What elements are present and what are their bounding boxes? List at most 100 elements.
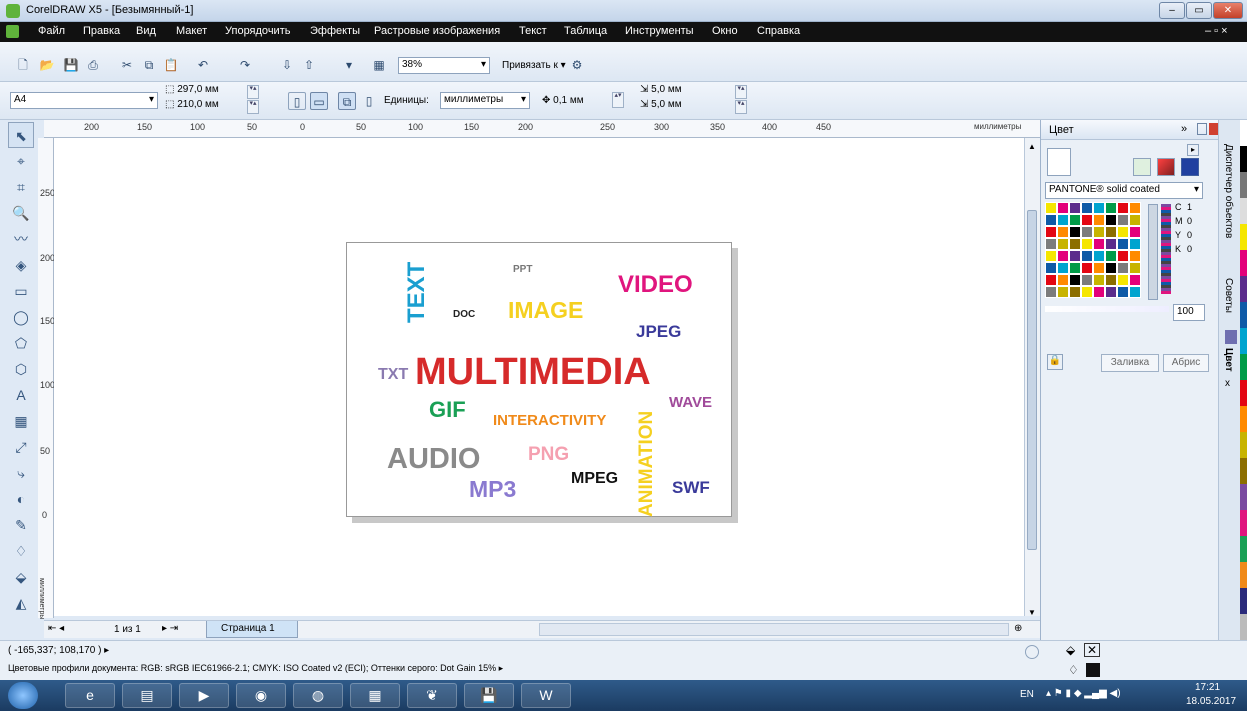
outline-indicator-icon[interactable]: ♢ — [1068, 663, 1079, 677]
menu-tools[interactable]: Инструменты — [625, 25, 694, 37]
language-indicator[interactable]: EN — [1020, 689, 1034, 700]
rectangle-tool-icon[interactable]: ▭ — [8, 278, 34, 304]
print-icon[interactable]: ⎙ — [84, 56, 102, 74]
color-swatch[interactable] — [1045, 226, 1057, 238]
color-swatch[interactable] — [1117, 274, 1129, 286]
color-swatch[interactable] — [1081, 226, 1093, 238]
color-swatch[interactable] — [1117, 286, 1129, 298]
palette-swatch[interactable] — [1240, 146, 1247, 172]
snap-to-button[interactable]: Привязать к ▾ — [502, 60, 566, 71]
pick-tool-icon[interactable]: ⬉ — [8, 122, 34, 148]
color-swatch[interactable] — [1129, 226, 1141, 238]
globe-icon[interactable]: ◍ — [293, 683, 343, 708]
dup-x-spinner[interactable]: ▾▴ — [735, 85, 747, 99]
clock-date[interactable]: 18.05.2017 — [1186, 696, 1236, 707]
palette-swatch[interactable] — [1240, 510, 1247, 536]
color-proof-icon[interactable] — [1025, 645, 1039, 659]
color-swatch[interactable] — [1057, 202, 1069, 214]
word-image[interactable]: IMAGE — [508, 299, 583, 322]
color-swatch[interactable] — [1069, 238, 1081, 250]
word-mp3[interactable]: MP3 — [469, 478, 516, 501]
color-swatch[interactable] — [1129, 262, 1141, 274]
color-swatch[interactable] — [1045, 286, 1057, 298]
doc-window-controls[interactable]: – ▫ × — [1205, 25, 1228, 37]
word-wave[interactable]: WAVE — [669, 395, 712, 410]
color-swatch[interactable] — [1069, 274, 1081, 286]
color-swatch[interactable] — [1093, 226, 1105, 238]
color-swatch[interactable] — [1117, 202, 1129, 214]
color-swatch[interactable] — [1069, 262, 1081, 274]
color-swatch[interactable] — [1069, 226, 1081, 238]
palette-swatch[interactable] — [1240, 588, 1247, 614]
width-spinner[interactable]: ▾▴ — [247, 85, 259, 99]
page-size-select[interactable]: A4 ▾ — [10, 92, 158, 109]
color-swatch[interactable] — [1093, 262, 1105, 274]
word-icon[interactable]: W — [521, 683, 571, 708]
coreldraw-icon[interactable]: ❦ — [407, 683, 457, 708]
horizontal-scrollbar[interactable] — [539, 623, 1009, 636]
last-page-icon[interactable]: ▸ ⇥ — [162, 623, 178, 634]
launcher-icon[interactable]: ▾ — [340, 56, 358, 74]
word-txt[interactable]: TXT — [378, 367, 408, 383]
minimize-button[interactable]: – — [1159, 2, 1185, 19]
word-mpeg[interactable]: MPEG — [571, 471, 618, 487]
palette-swatch[interactable] — [1240, 380, 1247, 406]
color-swatch[interactable] — [1081, 238, 1093, 250]
nudge-spinner[interactable]: ▴▾ — [612, 92, 624, 108]
dock-minimize-icon[interactable] — [1197, 123, 1207, 135]
word-animation[interactable]: ANIMATION — [636, 411, 657, 517]
color-swatch[interactable] — [1045, 238, 1057, 250]
tab-close-icon[interactable]: x — [1225, 378, 1230, 389]
color-swatch[interactable] — [1093, 214, 1105, 226]
color-swatch[interactable] — [1057, 250, 1069, 262]
tab-page-1[interactable]: Страница 1 — [206, 621, 298, 638]
color-swatch[interactable] — [1105, 238, 1117, 250]
eyedropper-tool-icon[interactable]: ✎ — [8, 512, 34, 538]
palette-swatch[interactable] — [1240, 328, 1247, 354]
text-tool-icon[interactable]: A — [8, 382, 34, 408]
smart-fill-icon[interactable]: ◈ — [8, 252, 34, 278]
menu-view[interactable]: Вид — [136, 25, 156, 37]
word-swf[interactable]: SWF — [672, 479, 710, 496]
word-interactivity[interactable]: INTERACTIVITY — [493, 413, 606, 428]
all-pages-icon[interactable]: ⧉ — [338, 92, 356, 110]
maximize-button[interactable]: ▭ — [1186, 2, 1212, 19]
dup-y-spinner[interactable]: ▾▴ — [735, 100, 747, 114]
landscape-icon[interactable]: ▭ — [310, 92, 328, 110]
color-palette-strip[interactable] — [1240, 120, 1247, 640]
word-doc[interactable]: DOC — [453, 310, 475, 320]
drawing-canvas[interactable]: TEXT PPT VIDEO DOC IMAGE JPEG TXT MULTIM… — [54, 138, 1024, 616]
horizontal-ruler[interactable]: 200 150 100 50 0 50 100 150 200 250 300 … — [44, 120, 1040, 138]
start-button[interactable] — [8, 682, 38, 709]
color-swatch[interactable] — [1057, 274, 1069, 286]
word-multimedia[interactable]: MULTIMEDIA — [415, 353, 651, 391]
page-height-field[interactable]: ⬚ 210,0 мм — [165, 99, 219, 110]
zoom-tool-icon[interactable]: 🔍 — [8, 200, 34, 226]
scroll-down-icon[interactable]: ▼ — [1028, 608, 1036, 617]
color-swatch[interactable] — [1105, 226, 1117, 238]
color-swatch[interactable] — [1057, 238, 1069, 250]
word-audio[interactable]: AUDIO — [387, 445, 480, 474]
freehand-tool-icon[interactable]: 〰 — [8, 226, 34, 252]
height-spinner[interactable]: ▾▴ — [247, 100, 259, 114]
color-swatch[interactable] — [1057, 226, 1069, 238]
color-swatch[interactable] — [1069, 214, 1081, 226]
menu-help[interactable]: Справка — [757, 25, 800, 37]
connector-tool-icon[interactable]: ⤷ — [8, 460, 34, 486]
ellipse-tool-icon[interactable]: ◯ — [8, 304, 34, 330]
color-swatch[interactable] — [1081, 250, 1093, 262]
color-swatch[interactable] — [1129, 274, 1141, 286]
color-swatch[interactable] — [1081, 274, 1093, 286]
palette-swatch[interactable] — [1240, 614, 1247, 640]
fill-button[interactable]: Заливка — [1101, 354, 1159, 372]
color-swatch[interactable] — [1069, 250, 1081, 262]
document-page[interactable]: TEXT PPT VIDEO DOC IMAGE JPEG TXT MULTIM… — [346, 242, 732, 517]
lock-icon[interactable]: 🔒 — [1047, 354, 1063, 370]
palette-swatch[interactable] — [1240, 536, 1247, 562]
tab-hints[interactable]: Советы — [1223, 278, 1234, 313]
scroll-up-icon[interactable]: ▲ — [1028, 142, 1036, 151]
basic-shapes-icon[interactable]: ⬡ — [8, 356, 34, 382]
color-swatch[interactable] — [1117, 226, 1129, 238]
menu-edit[interactable]: Правка — [83, 25, 120, 37]
page-width-field[interactable]: ⬚ 297,0 мм — [165, 84, 219, 95]
